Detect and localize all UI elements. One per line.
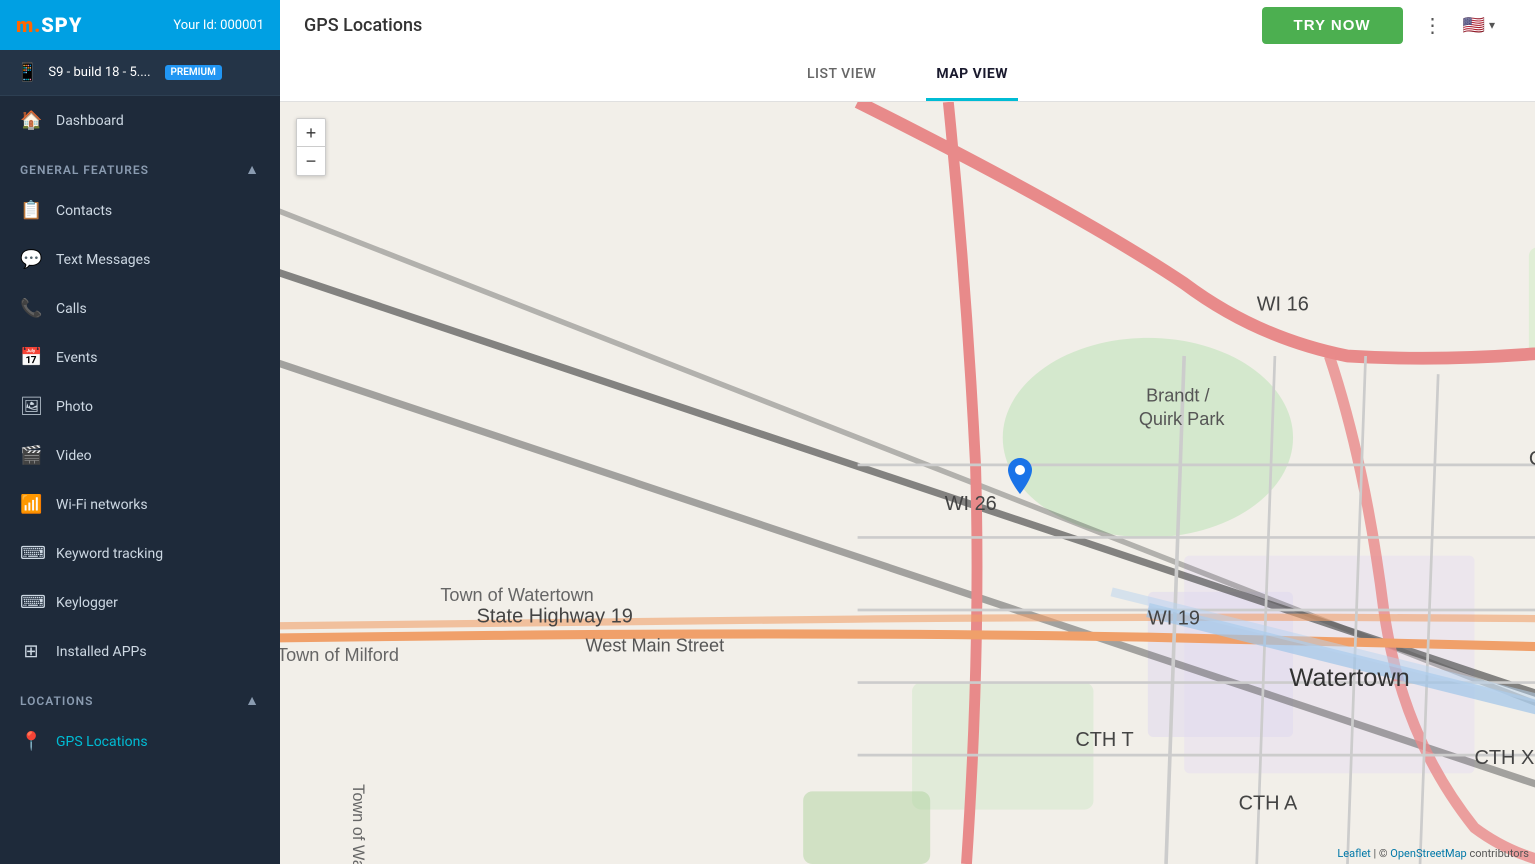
locations-header: LOCATIONS ▲ <box>0 680 280 717</box>
page-title: GPS Locations TRY NOW ⋮ 🇺🇸 ▾ <box>280 0 1535 50</box>
page-title-text: GPS Locations <box>304 15 422 36</box>
map-svg: WI 16 WI 26 State Highway 19 WI 19 CTH T… <box>280 102 1535 864</box>
svg-text:Brandt /: Brandt / <box>1146 385 1210 405</box>
main-layout: 📱 S9 - build 18 - 5.... PREMIUM 🏠 Dashbo… <box>0 50 1535 864</box>
tab-map-view[interactable]: MAP VIEW <box>926 50 1018 101</box>
sidebar-item-label: GPS Locations <box>56 734 148 750</box>
sidebar-item-label: Installed APPs <box>56 644 147 660</box>
sidebar-item-video[interactable]: 🎬 Video <box>0 431 280 480</box>
sidebar-item-label: Keylogger <box>56 595 118 611</box>
map-container[interactable]: WI 16 WI 26 State Highway 19 WI 19 CTH T… <box>280 102 1535 864</box>
sidebar-item-label: Text Messages <box>56 252 150 268</box>
svg-text:Town of Watertown: Town of Watertown <box>440 585 593 605</box>
osm-link[interactable]: OpenStreetMap <box>1390 847 1466 860</box>
map-attribution: Leaflet | © OpenStreetMap contributors <box>1337 847 1529 860</box>
sidebar-item-events[interactable]: 📅 Events <box>0 333 280 382</box>
language-selector[interactable]: 🇺🇸 ▾ <box>1463 15 1495 36</box>
contacts-icon: 📋 <box>20 200 42 221</box>
try-now-button[interactable]: TRY NOW <box>1262 7 1403 44</box>
locations-label: LOCATIONS <box>20 694 93 708</box>
premium-badge: PREMIUM <box>165 65 222 80</box>
sidebar-item-installed-apps[interactable]: ⊞ Installed APPs <box>0 627 280 676</box>
zoom-out-button[interactable]: − <box>297 147 325 175</box>
svg-text:CTH T: CTH T <box>1075 729 1133 751</box>
svg-text:WI 19: WI 19 <box>1148 608 1200 630</box>
brand-logo: m.SPY <box>16 13 82 37</box>
gps-icon: 📍 <box>20 731 42 752</box>
user-id: Your Id: 000001 <box>173 18 264 33</box>
sidebar-item-label: Dashboard <box>56 113 124 129</box>
sidebar-item-wifi[interactable]: 📶 Wi-Fi networks <box>0 480 280 529</box>
sidebar-item-label: Keyword tracking <box>56 546 163 562</box>
sidebar-item-keylogger[interactable]: ⌨ Keylogger <box>0 578 280 627</box>
location-pin-icon <box>1008 458 1032 494</box>
svg-text:CTH X: CTH X <box>1474 747 1534 769</box>
map-pin[interactable] <box>1008 458 1032 498</box>
sidebar-item-label: Events <box>56 350 97 366</box>
zoom-in-button[interactable]: + <box>297 119 325 147</box>
svg-text:WI 26: WI 26 <box>945 493 997 515</box>
sidebar-item-dashboard[interactable]: 🏠 Dashboard <box>0 96 280 145</box>
svg-text:CTH A: CTH A <box>1239 793 1298 815</box>
sidebar-item-calls[interactable]: 📞 Calls <box>0 284 280 333</box>
sidebar-item-label: Calls <box>56 301 87 317</box>
sidebar-item-label: Wi-Fi networks <box>56 497 148 513</box>
brand-bar: m.SPY Your Id: 000001 <box>0 0 280 50</box>
photo-icon: 🖼 <box>20 396 42 417</box>
chevron-up-icon: ▲ <box>245 161 260 178</box>
svg-text:Quirk Park: Quirk Park <box>1139 409 1226 429</box>
svg-text:Watertown: Watertown <box>1289 664 1409 692</box>
app-header: m.SPY Your Id: 000001 GPS Locations TRY … <box>0 0 1535 50</box>
attribution-suffix: contributors <box>1469 847 1529 860</box>
events-icon: 📅 <box>20 347 42 368</box>
calls-icon: 📞 <box>20 298 42 319</box>
home-icon: 🏠 <box>20 110 42 131</box>
flag-icon: 🇺🇸 <box>1463 15 1485 36</box>
view-tabs: LIST VIEW MAP VIEW <box>280 50 1535 102</box>
keyword-icon: ⌨ <box>20 543 42 564</box>
sidebar-item-label: Contacts <box>56 203 112 219</box>
svg-text:County Highway R: County Highway R <box>1529 448 1535 470</box>
header-actions: TRY NOW ⋮ 🇺🇸 ▾ <box>1246 0 1511 50</box>
general-features-label: GENERAL FEATURES <box>20 163 149 177</box>
main-content: LIST VIEW MAP VIEW <box>280 50 1535 864</box>
sidebar-item-text-messages[interactable]: 💬 Text Messages <box>0 235 280 284</box>
sidebar-item-label: Video <box>56 448 92 464</box>
sidebar-item-gps-locations[interactable]: 📍 GPS Locations <box>0 717 280 766</box>
sidebar: 📱 S9 - build 18 - 5.... PREMIUM 🏠 Dashbo… <box>0 50 280 864</box>
leaflet-link[interactable]: Leaflet <box>1337 847 1370 860</box>
svg-text:Town of Milford: Town of Milford <box>280 645 399 665</box>
locations-chevron-icon: ▲ <box>245 692 260 709</box>
keylogger-icon: ⌨ <box>20 592 42 613</box>
flag-chevron: ▾ <box>1489 18 1495 32</box>
video-icon: 🎬 <box>20 445 42 466</box>
device-bar[interactable]: 📱 S9 - build 18 - 5.... PREMIUM <box>0 50 280 96</box>
apps-icon: ⊞ <box>20 641 42 662</box>
map-background: WI 16 WI 26 State Highway 19 WI 19 CTH T… <box>280 102 1535 864</box>
device-icon: 📱 <box>16 62 38 83</box>
wifi-icon: 📶 <box>20 494 42 515</box>
svg-text:WI 16: WI 16 <box>1257 294 1309 316</box>
device-name: S9 - build 18 - 5.... <box>48 65 150 80</box>
map-zoom-controls: + − <box>296 118 326 176</box>
sidebar-item-label: Photo <box>56 399 93 415</box>
more-options-icon[interactable]: ⋮ <box>1423 13 1443 37</box>
sidebar-item-photo[interactable]: 🖼 Photo <box>0 382 280 431</box>
svg-text:State Highway 19: State Highway 19 <box>477 606 633 628</box>
general-features-header: GENERAL FEATURES ▲ <box>0 149 280 186</box>
svg-text:Town of Watertown: Town of Watertown <box>349 784 367 864</box>
sidebar-item-keyword-tracking[interactable]: ⌨ Keyword tracking <box>0 529 280 578</box>
sidebar-item-contacts[interactable]: 📋 Contacts <box>0 186 280 235</box>
tab-list-view[interactable]: LIST VIEW <box>797 50 886 101</box>
messages-icon: 💬 <box>20 249 42 270</box>
svg-text:West Main Street: West Main Street <box>585 636 724 656</box>
